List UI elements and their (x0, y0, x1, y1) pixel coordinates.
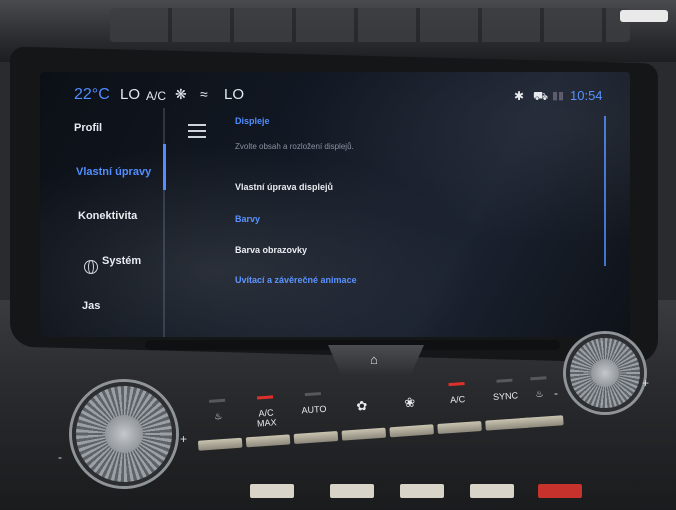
air-vent (110, 8, 630, 42)
ac-max-label: A/C MAX (256, 407, 277, 429)
hazard-button[interactable] (538, 484, 582, 498)
section-title-barvy: Barvy (235, 214, 261, 224)
home-icon[interactable]: ⌂ (370, 352, 378, 367)
knob-plus-right: + (642, 376, 650, 390)
signal-icon: ▮▮ (552, 90, 565, 102)
led-indicator (448, 382, 465, 387)
fan-button[interactable]: ✿ (339, 388, 387, 441)
settings-sidebar: Profil Vlastní úpravy Konektivita Systém… (40, 108, 170, 337)
infotainment-screen: 22°C LO A/C ❋ ≈ LO ✱ ⛟ ▮▮ 10:54 Profil V… (40, 72, 630, 337)
temperature-readout[interactable]: 22°C (74, 86, 110, 104)
fan-level-right[interactable]: LO (224, 86, 244, 103)
scrollbar[interactable] (604, 116, 606, 266)
button-key (437, 420, 482, 434)
option-barva-obrazovky[interactable]: Barva obrazovky (235, 245, 307, 255)
fan-icon[interactable]: ❋ (175, 86, 187, 103)
recirculation-icon: ❀ (403, 394, 416, 411)
fan-icon: ✿ (355, 397, 368, 414)
sidebar-item-vlastni-upravy[interactable]: Vlastní úpravy (40, 152, 168, 192)
led-indicator (496, 378, 513, 383)
ac-status[interactable]: A/C (146, 89, 166, 103)
auto-button[interactable]: AUTO (291, 391, 339, 445)
car-icon: ⛟ (533, 89, 549, 103)
lower-button-row (230, 478, 610, 504)
button-key (245, 434, 291, 448)
ac-button[interactable]: A/C (434, 381, 482, 434)
left-temperature-knob[interactable] (72, 382, 176, 486)
sidebar-item-label: Profil (74, 122, 103, 134)
airflow-icon[interactable]: ≈ (200, 86, 208, 102)
sidebar-item-jas[interactable]: Jas (40, 286, 168, 326)
auto-label: AUTO (301, 403, 327, 416)
ac-label: A/C (449, 394, 466, 406)
bluetooth-icon: ✱ (514, 89, 525, 103)
button-key (293, 430, 339, 445)
button-key (519, 415, 564, 429)
ac-max-button[interactable]: A/C MAX (243, 394, 291, 448)
lower-button[interactable] (470, 484, 514, 498)
recirculation-button[interactable]: ❀ (387, 384, 434, 438)
globe-icon (84, 260, 98, 274)
section-subtitle: Zvolte obsah a rozložení displejů. (235, 142, 354, 151)
button-key (389, 424, 434, 438)
sidebar-item-label: Systém (102, 255, 142, 267)
fan-level-left[interactable]: LO (120, 86, 140, 103)
seat-heat-icon: ♨ (535, 388, 544, 400)
led-indicator (304, 392, 321, 397)
knob-minus-left: - (58, 450, 62, 464)
clock: 10:54 (570, 88, 603, 103)
lower-button[interactable] (330, 484, 374, 498)
sidebar-item-label: Vlastní úpravy (76, 166, 152, 178)
knob-plus-left: + (180, 432, 188, 446)
sidebar-item-label: Jas (82, 300, 101, 312)
sidebar-divider (163, 108, 165, 337)
sidebar-item-label: Konektivita (78, 210, 138, 222)
settings-content: Displeje Zvolte obsah a rozložení disple… (235, 108, 605, 337)
active-indicator (163, 144, 166, 190)
sidebar-item-system[interactable]: Systém (40, 241, 168, 281)
button-key (341, 427, 387, 441)
led-indicator (530, 376, 547, 381)
right-temperature-knob[interactable] (566, 334, 644, 412)
status-bar: 22°C LO A/C ❋ ≈ LO ✱ ⛟ ▮▮ 10:54 (40, 80, 630, 106)
seat-heat-left-button[interactable]: ♨ (195, 398, 243, 451)
sidebar-item-profil[interactable]: Profil (40, 108, 168, 148)
led-indicator (209, 398, 226, 403)
seat-heat-right-button[interactable]: ♨ (516, 375, 564, 429)
menu-icon[interactable] (188, 124, 206, 138)
seat-heat-icon: ♨ (213, 411, 223, 422)
section-title-displeje: Displeje (235, 116, 270, 126)
sidebar-item-konektivita[interactable]: Konektivita (40, 196, 168, 236)
option-vlastni-uprava-displeju[interactable]: Vlastní úprava displejů (235, 182, 333, 192)
button-key (197, 437, 243, 451)
lower-button[interactable] (250, 484, 294, 498)
led-indicator (256, 395, 274, 400)
lower-button[interactable] (400, 484, 444, 498)
indicator-light (620, 10, 668, 22)
option-uvitaci-animace[interactable]: Uvítací a závěrečné animace (235, 275, 357, 285)
